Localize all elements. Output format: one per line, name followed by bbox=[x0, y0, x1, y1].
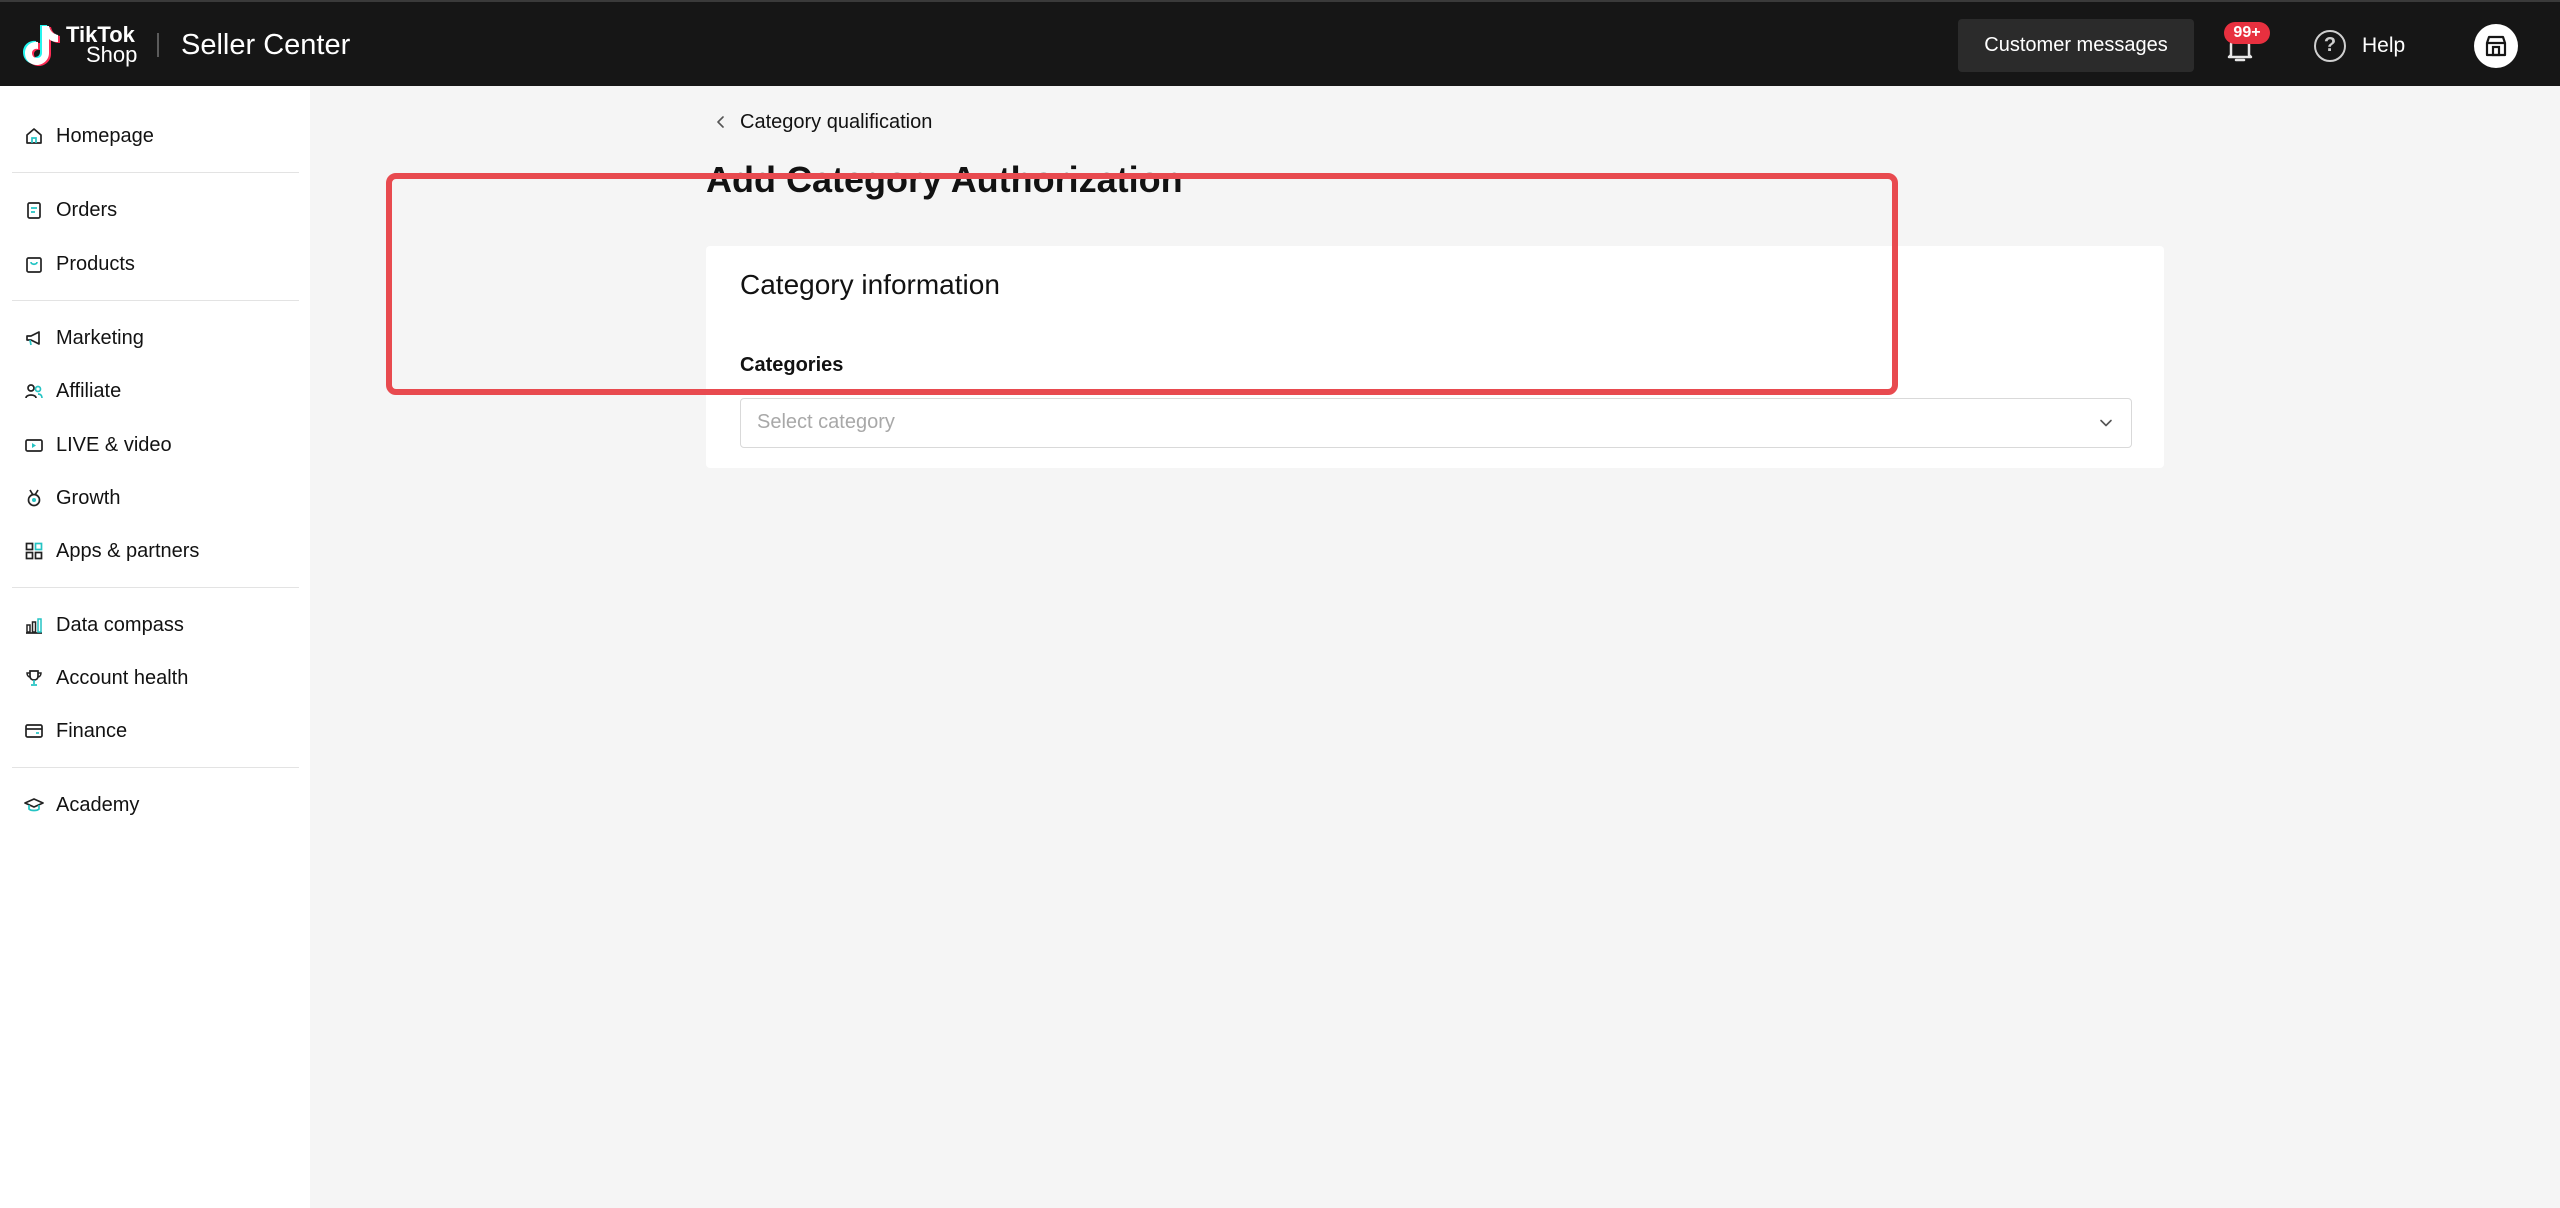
help-circle-icon: ? bbox=[2314, 30, 2346, 62]
customer-messages-button[interactable]: Customer messages bbox=[1958, 19, 2194, 72]
sidebar-item-label: Growth bbox=[56, 486, 121, 509]
graduation-cap-icon bbox=[24, 795, 44, 815]
sidebar-item-academy[interactable]: Academy bbox=[24, 787, 139, 823]
sidebar-item-label: Data compass bbox=[56, 613, 184, 636]
app-title: Seller Center bbox=[181, 29, 351, 61]
sidebar-item-label: Finance bbox=[56, 719, 128, 742]
sidebar: Homepage Orders Products Marketing Affil… bbox=[0, 86, 310, 1208]
sidebar-item-account-health[interactable]: Account health bbox=[24, 660, 188, 696]
bar-chart-icon bbox=[24, 615, 44, 635]
page-title: Add Category Authorization bbox=[706, 159, 1183, 200]
medal-icon bbox=[24, 488, 44, 508]
brand-logo[interactable]: TikTok Shop bbox=[20, 20, 137, 70]
video-icon bbox=[24, 435, 44, 455]
sidebar-item-label: Orders bbox=[56, 198, 118, 221]
breadcrumb-label: Category qualification bbox=[740, 110, 933, 133]
wallet-icon bbox=[24, 721, 44, 741]
sidebar-item-apps-partners[interactable]: Apps & partners bbox=[24, 533, 199, 569]
chevron-left-icon bbox=[714, 115, 728, 129]
sidebar-item-finance[interactable]: Finance bbox=[24, 713, 127, 749]
notification-badge: 99+ bbox=[2224, 22, 2270, 44]
sidebar-item-marketing[interactable]: Marketing bbox=[24, 320, 144, 356]
brand-divider bbox=[157, 33, 159, 57]
breadcrumb-back-link[interactable]: Category qualification bbox=[714, 108, 932, 136]
store-icon bbox=[2485, 35, 2507, 57]
sidebar-item-growth[interactable]: Growth bbox=[24, 480, 120, 516]
apps-grid-icon bbox=[24, 541, 44, 561]
sidebar-item-label: Products bbox=[56, 252, 135, 275]
category-select[interactable]: Select category bbox=[740, 398, 2132, 448]
chevron-down-icon bbox=[2097, 414, 2115, 432]
tiktok-logo-icon bbox=[20, 22, 62, 68]
top-bar: TikTok Shop Seller Center Customer messa… bbox=[0, 0, 2560, 86]
category-select-placeholder: Select category bbox=[757, 411, 895, 433]
trophy-icon bbox=[24, 668, 44, 688]
megaphone-icon bbox=[24, 328, 44, 348]
categories-label: Categories bbox=[740, 354, 844, 376]
card-title: Category information bbox=[740, 269, 1000, 300]
sidebar-item-label: LIVE & video bbox=[56, 433, 172, 456]
help-label: Help bbox=[2362, 34, 2406, 57]
sidebar-item-homepage[interactable]: Homepage bbox=[24, 118, 154, 154]
sidebar-item-products[interactable]: Products bbox=[24, 246, 135, 282]
help-button[interactable]: ? Help bbox=[2314, 28, 2405, 64]
sidebar-item-label: Homepage bbox=[56, 124, 154, 147]
brand-wordmark: TikTok Shop bbox=[66, 24, 137, 66]
sidebar-item-data-compass[interactable]: Data compass bbox=[24, 607, 184, 643]
sidebar-divider bbox=[12, 767, 299, 768]
clipboard-icon bbox=[24, 200, 44, 220]
sidebar-item-label: Account health bbox=[56, 666, 189, 689]
store-avatar[interactable] bbox=[2474, 24, 2518, 68]
sidebar-item-label: Academy bbox=[56, 793, 140, 816]
home-icon bbox=[24, 126, 44, 146]
sidebar-divider bbox=[12, 172, 299, 173]
category-information-card: Category information Categories Select c… bbox=[706, 246, 2164, 468]
sidebar-item-label: Affiliate bbox=[56, 379, 122, 402]
brand-line2: Shop bbox=[86, 42, 138, 67]
bag-icon bbox=[24, 254, 44, 274]
sidebar-item-affiliate[interactable]: Affiliate bbox=[24, 373, 121, 409]
sidebar-item-label: Marketing bbox=[56, 326, 144, 349]
people-icon bbox=[24, 381, 44, 401]
sidebar-item-label: Apps & partners bbox=[56, 539, 200, 562]
sidebar-divider bbox=[12, 587, 299, 588]
sidebar-item-live-video[interactable]: LIVE & video bbox=[24, 427, 172, 463]
main-content: Category qualification Add Category Auth… bbox=[310, 86, 2560, 1208]
sidebar-item-orders[interactable]: Orders bbox=[24, 192, 117, 228]
sidebar-divider bbox=[12, 300, 299, 301]
